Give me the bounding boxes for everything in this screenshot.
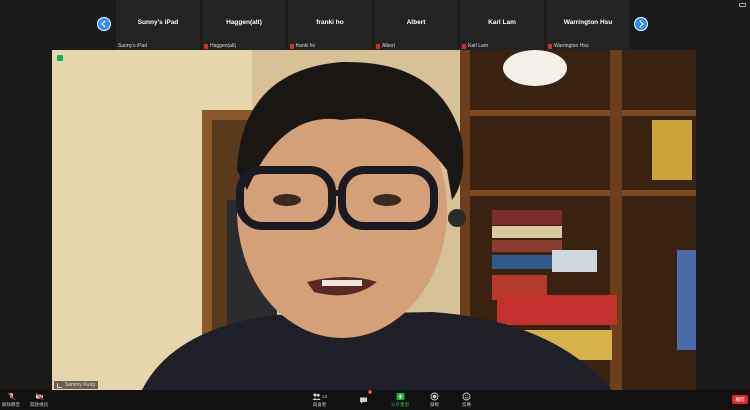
active-speaker-video: Sammy Kung [52,50,696,390]
participant-name-center: Sunny's iPad [137,19,179,26]
zoom-meeting-window: Sunny's iPad Sunny's iPad Haggen(alt) Ha… [0,0,750,410]
view-mode-icon[interactable] [739,3,746,7]
start-video-button[interactable]: 開啟視訊 [30,392,48,408]
participants-icon-row: 13 [312,392,327,401]
chat-bubble-icon [360,397,367,404]
participants-count: 13 [322,394,328,399]
start-video-label: 開啟視訊 [30,402,48,407]
participant-tile[interactable]: Sunny's iPad Sunny's iPad [116,0,200,50]
signal-bars-icon [57,382,62,388]
record-icon [430,392,439,401]
participant-name-center: franki ho [316,19,344,26]
leave-meeting-button[interactable]: 離開 [732,395,748,404]
participant-label: Karl Lam [462,43,488,49]
participant-label-text: Warrington Hsu [554,43,589,49]
muted-mic-icon [204,43,208,49]
participant-label: franki ho [290,43,315,49]
chat-icon-wrap: 1 [359,390,372,410]
participant-label-text: franki ho [296,43,316,49]
participant-name-center: Karl Lam [488,19,516,26]
participants-label: 與會者 [312,402,327,407]
share-screen-button[interactable]: 分享畫面 [391,392,409,408]
speaker-name-label: Sammy Kung [54,381,99,389]
muted-mic-icon [548,43,552,49]
participant-tile[interactable]: Warrington Hsu Warrington Hsu [546,0,630,50]
participant-tile[interactable]: Albert Albert [374,0,458,50]
muted-mic-icon [462,43,466,49]
participants-icon [312,393,321,400]
participant-tile[interactable]: Haggen(alt) Haggen(alt) [202,0,286,50]
record-label: 錄製 [430,402,439,407]
unmute-label: 解除靜音 [2,402,20,407]
participant-label: Haggen(alt) [204,43,236,49]
unmute-button[interactable]: 解除靜音 [2,392,20,408]
record-button[interactable]: 錄製 [430,392,439,408]
participant-tile[interactable]: franki ho franki ho [288,0,372,50]
muted-mic-icon [290,43,294,49]
participant-label-text: Albert [382,43,396,49]
reactions-label: 反應 [462,402,471,407]
chat-unread-badge: 1 [368,390,372,394]
share-screen-icon [396,393,404,400]
meeting-toolbar: 解除靜音 開啟視訊 13 與會者 1 分享畫面 錄製 反應 離開 [0,390,750,410]
encryption-shield-icon[interactable] [56,54,64,62]
share-screen-label: 分享畫面 [391,402,409,407]
participant-label-text: Sunny's iPad [118,43,148,49]
video-camera-off-icon [35,392,43,401]
chat-button[interactable]: 1 聊天 [359,390,372,410]
participant-name-center: Albert [406,19,426,26]
participant-label-text: Karl Lam [468,43,489,49]
reactions-button[interactable]: 反應 [462,392,471,408]
participant-tiles: Sunny's iPad Sunny's iPad Haggen(alt) Ha… [116,0,630,50]
smiley-icon [462,392,471,401]
participant-name-center: Haggen(alt) [226,19,262,26]
participant-label: Albert [376,43,395,49]
participant-label: Warrington Hsu [548,43,589,49]
participant-label-text: Haggen(alt) [210,43,237,49]
video-frame [52,50,696,390]
previous-page-button[interactable] [97,17,111,31]
speaker-name: Sammy Kung [65,382,96,388]
participant-strip: Sunny's iPad Sunny's iPad Haggen(alt) Ha… [0,0,750,50]
participants-button[interactable]: 13 與會者 [312,392,327,408]
chevron-left-icon [101,20,106,28]
next-page-button[interactable] [634,17,648,31]
chevron-right-icon [639,20,644,28]
participant-name-center: Warrington Hsu [563,19,613,26]
participant-tile[interactable]: Karl Lam Karl Lam [460,0,544,50]
participant-label: Sunny's iPad [118,43,147,49]
microphone-muted-icon [7,392,15,401]
muted-mic-icon [376,43,380,49]
